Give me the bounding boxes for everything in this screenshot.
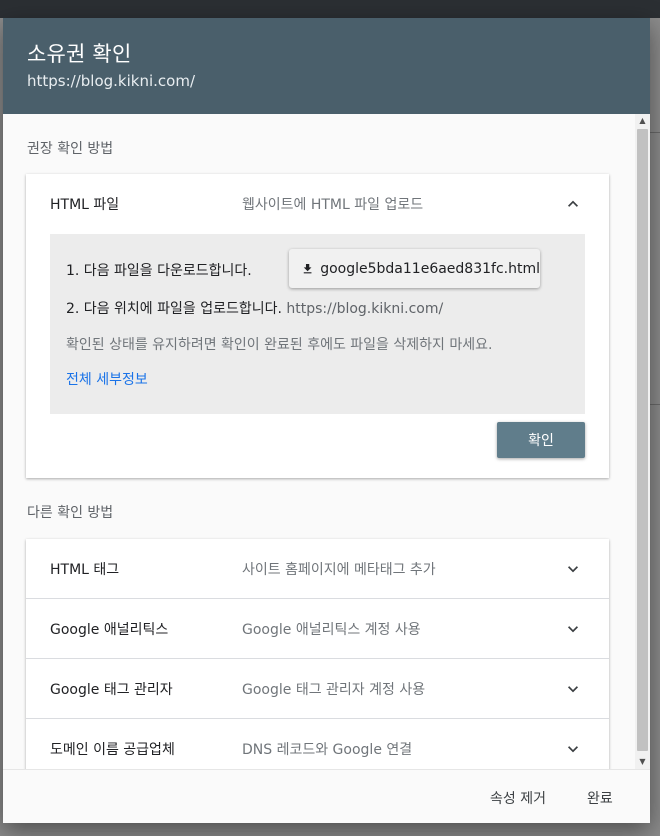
chevron-down-icon[interactable] bbox=[563, 559, 583, 579]
method-row-html-tag[interactable]: HTML 태그 사이트 홈페이지에 메타태그 추가 bbox=[26, 539, 609, 599]
vertical-scrollbar[interactable]: ▲ ▼ bbox=[635, 114, 650, 769]
recommended-section-label: 권장 확인 방법 bbox=[27, 141, 114, 157]
method-row-google-analytics[interactable]: Google 애널리틱스 Google 애널리틱스 계정 사용 bbox=[26, 599, 609, 659]
method-name: 도메인 이름 공급업체 bbox=[50, 742, 175, 758]
dialog-footer: 속성 제거 완료 bbox=[3, 769, 650, 823]
backdrop-divider bbox=[650, 404, 660, 405]
dialog-subtitle: https://blog.kikni.com/ bbox=[27, 72, 195, 90]
other-section-label: 다른 확인 방법 bbox=[27, 505, 114, 521]
chevron-down-icon[interactable] bbox=[563, 619, 583, 639]
method-row-google-tag-manager[interactable]: Google 태그 관리자 Google 태그 관리자 계정 사용 bbox=[26, 659, 609, 719]
method-description: DNS 레코드와 Google 연결 bbox=[242, 742, 413, 758]
method-description: Google 태그 관리자 계정 사용 bbox=[242, 682, 426, 698]
step2-label: 2. 다음 위치에 파일을 업로드합니다. bbox=[66, 301, 282, 317]
html-file-method-header[interactable]: HTML 파일 웹사이트에 HTML 파일 업로드 bbox=[26, 174, 609, 234]
chevron-down-icon[interactable] bbox=[563, 679, 583, 699]
backdrop-divider bbox=[650, 132, 660, 133]
download-file-button[interactable]: google5bda11e6aed831fc.html bbox=[289, 249, 540, 288]
html-file-method-card: HTML 파일 웹사이트에 HTML 파일 업로드 1. 다음 파일을 다운로드… bbox=[26, 174, 609, 478]
method-name: Google 태그 관리자 bbox=[50, 682, 173, 698]
method-name: Google 애널리틱스 bbox=[50, 622, 169, 638]
step2-url: https://blog.kikni.com/ bbox=[286, 301, 444, 317]
keep-file-note: 확인된 상태를 유지하려면 확인이 완료된 후에도 파일을 삭제하지 마세요. bbox=[66, 337, 493, 353]
done-button[interactable]: 완료 bbox=[587, 788, 613, 808]
method-name: HTML 파일 bbox=[50, 197, 120, 213]
scroll-down-arrow[interactable]: ▼ bbox=[635, 755, 650, 769]
ownership-verification-dialog: 소유권 확인 https://blog.kikni.com/ 권장 확인 방법 … bbox=[3, 18, 650, 823]
method-description: 사이트 홈페이지에 메타태그 추가 bbox=[242, 562, 436, 578]
dialog-title: 소유권 확인 bbox=[27, 42, 132, 66]
dialog-scroll-area[interactable]: 권장 확인 방법 HTML 파일 웹사이트에 HTML 파일 업로드 1. 다음… bbox=[3, 114, 650, 769]
html-file-instructions: 1. 다음 파일을 다운로드합니다. google5bda11e6aed831f… bbox=[50, 234, 585, 414]
verify-button[interactable]: 확인 bbox=[497, 422, 585, 458]
step2-text: 2. 다음 위치에 파일을 업로드합니다. https://blog.kikni… bbox=[66, 298, 443, 318]
chevron-up-icon[interactable] bbox=[563, 194, 583, 214]
method-row-domain-provider[interactable]: 도메인 이름 공급업체 DNS 레코드와 Google 연결 bbox=[26, 719, 609, 769]
backdrop-topbar bbox=[0, 0, 660, 18]
full-details-link[interactable]: 전체 세부정보 bbox=[66, 369, 148, 389]
method-name: HTML 태그 bbox=[50, 562, 120, 578]
remove-property-button[interactable]: 속성 제거 bbox=[490, 788, 546, 808]
method-description: Google 애널리틱스 계정 사용 bbox=[242, 622, 421, 638]
scroll-up-arrow[interactable]: ▲ bbox=[635, 114, 650, 128]
download-icon bbox=[303, 263, 312, 273]
other-methods-card: HTML 태그 사이트 홈페이지에 메타태그 추가 Google 애널리틱스 G… bbox=[26, 539, 609, 769]
step1-text: 1. 다음 파일을 다운로드합니다. bbox=[66, 263, 252, 279]
dialog-header: 소유권 확인 https://blog.kikni.com/ bbox=[3, 18, 650, 114]
scroll-thumb[interactable] bbox=[637, 129, 648, 751]
chevron-down-icon[interactable] bbox=[563, 739, 583, 759]
method-description: 웹사이트에 HTML 파일 업로드 bbox=[242, 197, 424, 213]
download-file-name: google5bda11e6aed831fc.html bbox=[320, 260, 540, 277]
